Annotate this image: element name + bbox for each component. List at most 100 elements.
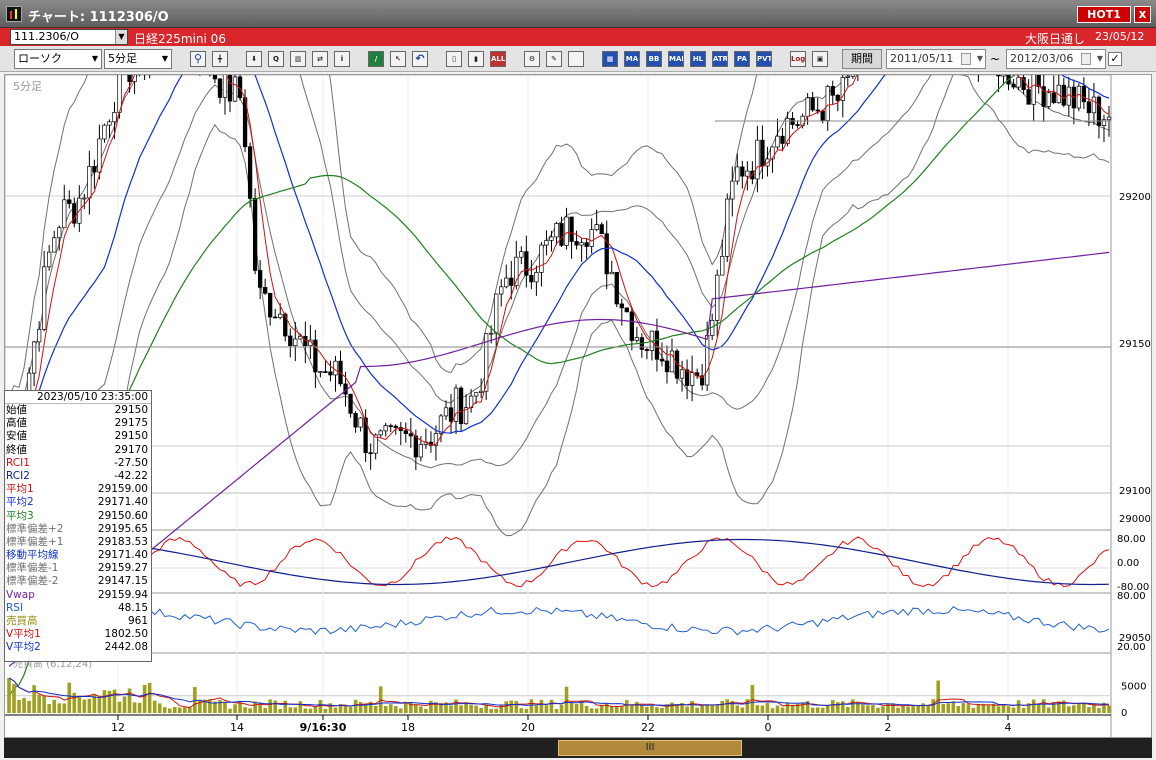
data-window-value: 2442.08: [104, 641, 148, 654]
candle-body: [212, 75, 218, 80]
candle-body: [589, 229, 594, 247]
data-window-datetime: 2023/05/10 23:35:00: [5, 391, 151, 404]
volume-bar: [775, 705, 780, 713]
close-button[interactable]: x: [1134, 6, 1151, 23]
candle-body: [388, 425, 393, 427]
hl-button[interactable]: HL: [690, 51, 706, 67]
volume-bar: [484, 704, 488, 713]
period-button[interactable]: 期間: [842, 49, 882, 69]
date-to-input[interactable]: 2012/03/06 ▼: [1006, 49, 1106, 69]
data-window-value: 29150: [114, 430, 148, 443]
data-window-value: 29175: [114, 417, 148, 430]
bar-chart-icon[interactable]: ▥: [290, 51, 306, 67]
candle-right-icon[interactable]: ▮: [468, 51, 484, 67]
volume-bar: [273, 700, 278, 713]
volume-bar: [77, 696, 82, 713]
chart-scrollbar[interactable]: III: [4, 738, 1152, 758]
info-icon[interactable]: i: [334, 51, 350, 67]
data-date: 23/05/12: [1095, 30, 1145, 43]
crosshair-icon[interactable]: ╋: [212, 51, 228, 67]
instrument-bar: 111.2306/O ▼ 日経225mini 06 大阪日通し 23/05/12: [0, 28, 1156, 46]
hot-button[interactable]: HOT1: [1077, 6, 1131, 23]
compare-icon[interactable]: ⇄: [312, 51, 328, 67]
candle-body: [112, 111, 117, 123]
pointer-icon[interactable]: ↖: [390, 51, 406, 67]
chevron-down-icon[interactable]: ▼: [977, 50, 983, 68]
volume-bar: [363, 704, 368, 713]
scrollbar-thumb[interactable]: III: [558, 740, 742, 756]
download-icon[interactable]: ⬇: [246, 51, 262, 67]
data-window-row: V平均2 2442.08: [5, 641, 151, 654]
data-window-value: -42.22: [114, 469, 148, 482]
chevron-down-icon[interactable]: ▼: [159, 50, 171, 68]
tool-icon[interactable]: ✎: [546, 51, 562, 67]
settings-icon[interactable]: ⚙: [524, 51, 540, 67]
grid-icon[interactable]: ▦: [602, 51, 618, 67]
window-title: チャート: 1112306/O: [28, 10, 169, 25]
log-button[interactable]: Log: [790, 51, 806, 67]
volume-bar: [976, 704, 981, 713]
color-icon[interactable]: [568, 51, 584, 67]
volume-bar: [1041, 699, 1046, 713]
pvt-button[interactable]: PVT: [756, 51, 772, 67]
volume-bar: [152, 700, 157, 713]
calendar-icon[interactable]: [961, 53, 971, 65]
data-window: 2023/05/10 23:35:00 始値 29150 高値 29175 安値 2915…: [4, 390, 152, 662]
candle-body: [609, 271, 614, 275]
ma-button[interactable]: MA: [624, 51, 640, 67]
candle-body: [383, 425, 388, 432]
chart-canvas[interactable]: 5分足2928529250292002915029100290502900080…: [5, 75, 1153, 739]
bb-button[interactable]: BB: [646, 51, 662, 67]
mae-button[interactable]: MAE: [668, 51, 684, 67]
candle-body: [489, 332, 494, 335]
candle-left-icon[interactable]: ▯: [446, 51, 462, 67]
undo-icon[interactable]: ↶: [412, 51, 428, 67]
candle-body: [473, 392, 479, 397]
volume-bar: [514, 701, 519, 713]
volume-bar: [594, 708, 599, 713]
candle-body: [1091, 96, 1097, 114]
pa-button[interactable]: PA: [734, 51, 750, 67]
candle-body: [815, 109, 820, 112]
volume-bar: [97, 697, 102, 713]
candle-body: [624, 307, 629, 313]
search-chart-icon[interactable]: Q: [268, 51, 284, 67]
candle-body: [830, 86, 835, 96]
code-select[interactable]: 111.2306/O ▼: [10, 29, 128, 45]
all-button[interactable]: ALL: [490, 51, 506, 67]
volume-bar: [479, 707, 483, 713]
candle-body: [418, 443, 424, 458]
candle-body: [47, 251, 52, 268]
chevron-down-icon[interactable]: ▼: [89, 50, 101, 68]
x-axis-label: 0: [765, 721, 772, 734]
chart-type-select[interactable]: ローソク ▼: [14, 49, 102, 69]
zoom-icon[interactable]: ⚲: [190, 51, 206, 67]
volume-bar: [891, 703, 895, 713]
data-window-label: 終値: [6, 443, 27, 456]
line-draw-icon[interactable]: /: [368, 51, 384, 67]
volume-bar: [62, 703, 67, 713]
volume-bar: [956, 706, 961, 713]
volume-bar: [248, 708, 252, 713]
export-icon[interactable]: ▣: [812, 51, 828, 67]
data-window-label: RCI1: [6, 456, 30, 469]
candle-body: [67, 199, 72, 204]
chevron-down-icon[interactable]: ▼: [1097, 50, 1103, 68]
date-from-input[interactable]: 2011/05/11 ▼: [886, 49, 986, 69]
volume-bar: [393, 706, 398, 713]
calendar-icon[interactable]: [1081, 53, 1091, 65]
chevron-down-icon[interactable]: ▼: [115, 30, 127, 44]
data-window-label: 高値: [6, 417, 27, 430]
rsi-axis-label: 80.00: [1117, 591, 1146, 602]
volume-bar: [278, 709, 283, 713]
data-window-row: RSI 48.15: [5, 602, 151, 615]
candle-body: [689, 372, 695, 386]
toolbar: ローソク ▼ 5分足 ▼ ⚲ ╋ ⬇ Q ▥ ⇄ i / ↖ ↶ ▯ ▮ ALL…: [0, 46, 1156, 72]
candle-body: [408, 433, 413, 437]
period-checkbox[interactable]: ✓: [1108, 52, 1122, 66]
candle-body: [845, 75, 850, 78]
chart-area[interactable]: 5分足2928529250292002915029100290502900080…: [4, 74, 1153, 739]
interval-select[interactable]: 5分足 ▼: [104, 49, 172, 69]
candle-body: [217, 78, 223, 98]
atr-button[interactable]: ATR: [712, 51, 728, 67]
